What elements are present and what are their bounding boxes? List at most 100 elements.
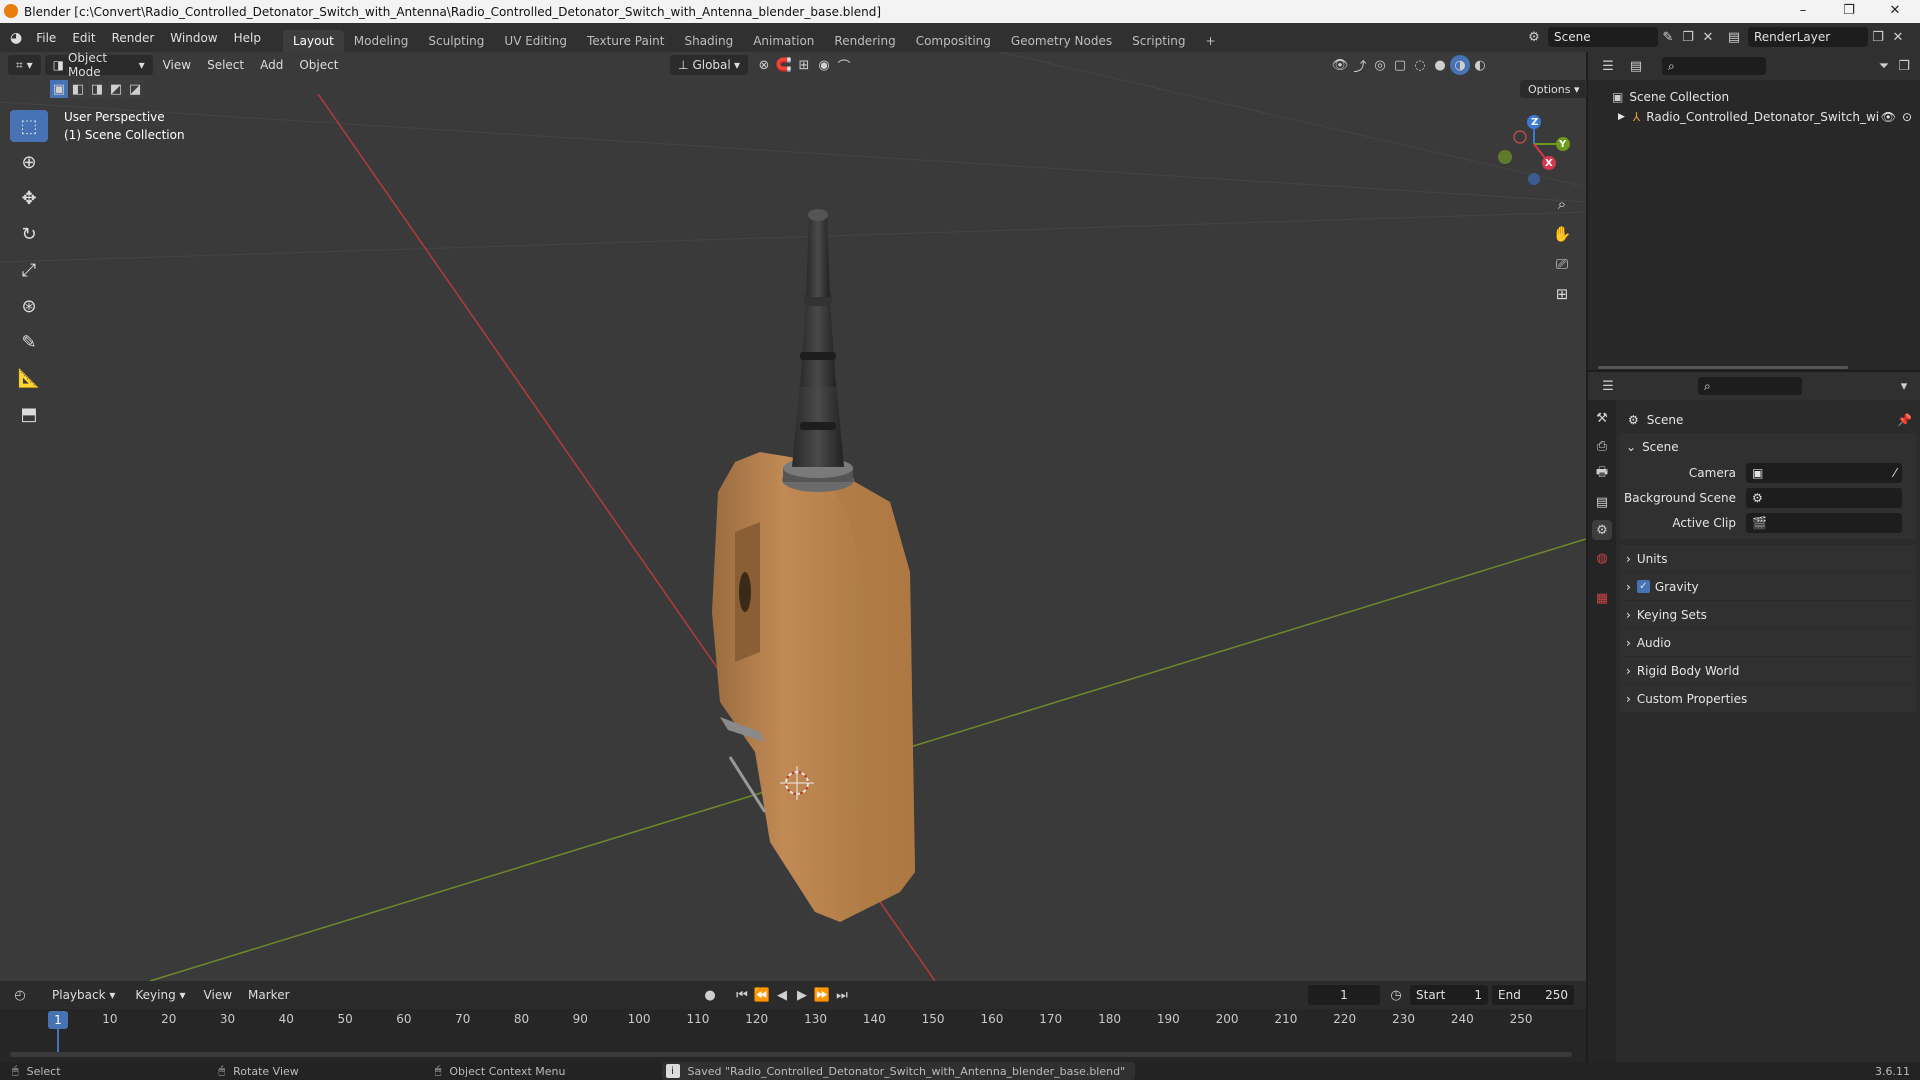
timeline-ruler[interactable]: 10 20 30 40 50 60 70 80 90 100 110 120 130 140 150 160 1… (0, 1009, 1586, 1062)
zoom-icon[interactable]: ⌕ (1548, 190, 1576, 218)
material-shading-icon[interactable]: ◑ (1450, 55, 1470, 75)
3d-viewport[interactable]: Z Y X User Perspective (1) Scene Collect… (0, 52, 1586, 981)
menu-file[interactable]: File (28, 31, 64, 45)
maximize-button[interactable]: ❐ (1826, 0, 1872, 23)
falloff-icon[interactable]: ⌒ (834, 55, 854, 75)
render-tab-icon[interactable]: ⎙ (1592, 436, 1612, 456)
custom-properties-panel[interactable]: › Custom Properties (1620, 685, 1916, 712)
select-intersect-icon[interactable]: ◪ (126, 80, 144, 98)
tool-tab-icon[interactable]: ⚒ (1592, 408, 1612, 428)
camera-render-icon[interactable]: ⊙ (1902, 110, 1912, 124)
gravity-checkbox[interactable]: ✓ (1636, 580, 1650, 593)
select-box-tool-icon[interactable]: ⬚ (10, 110, 48, 142)
tab-rendering[interactable]: Rendering (824, 30, 905, 52)
solid-shading-icon[interactable]: ● (1430, 55, 1450, 75)
prev-keyframe-icon[interactable]: ⏪ (752, 985, 772, 1005)
rotate-tool-icon[interactable]: ↻ (10, 218, 48, 250)
blender-menu-icon[interactable]: ◕ (10, 30, 22, 46)
scene-panel-header[interactable]: ⌄ Scene (1620, 433, 1916, 460)
editor-type-icon[interactable]: ☰ (1598, 376, 1618, 396)
next-keyframe-icon[interactable]: ⏩ (812, 985, 832, 1005)
pin-icon[interactable]: ✎ (1658, 27, 1678, 47)
pivot-icon[interactable]: ⊗ (754, 55, 774, 75)
timeline-scrollbar[interactable] (10, 1052, 1572, 1057)
camera-field[interactable]: ▣ ⁄ (1746, 462, 1902, 483)
camera-view-icon[interactable]: ⎚ (1548, 250, 1576, 278)
outliner-row-scene-collection[interactable]: ▣ Scene Collection (1588, 87, 1920, 107)
menu-object[interactable]: Object (291, 55, 346, 75)
start-frame-field[interactable]: Start 1 (1410, 985, 1488, 1005)
texture-tab-icon[interactable]: ▦ (1592, 588, 1612, 608)
cursor-tool-icon[interactable]: ⊕ (10, 146, 48, 178)
output-tab-icon[interactable]: 🖶 (1592, 464, 1612, 484)
scene-tab-icon[interactable]: ⚙ (1592, 520, 1612, 540)
editor-type-icon[interactable]: ☰ (1598, 56, 1618, 76)
filter-icon[interactable]: ⏷ (1874, 56, 1894, 76)
scale-tool-icon[interactable]: ⤢ (10, 254, 48, 286)
keying-sets-panel[interactable]: › Keying Sets (1620, 601, 1916, 628)
play-reverse-icon[interactable]: ◀ (772, 985, 792, 1005)
rendered-shading-icon[interactable]: ◐ (1470, 55, 1490, 75)
record-icon[interactable]: ● (700, 985, 720, 1005)
tab-uv-editing[interactable]: UV Editing (494, 30, 577, 52)
menu-render[interactable]: Render (104, 31, 163, 45)
snap-increment-icon[interactable]: ⊞ (794, 55, 814, 75)
overlays-icon[interactable]: ◎ (1370, 55, 1390, 75)
select-subtract-icon[interactable]: ◨ (88, 80, 106, 98)
transform-tool-icon[interactable]: ⊛ (10, 290, 48, 322)
tab-geometry-nodes[interactable]: Geometry Nodes (1001, 30, 1122, 52)
jump-end-icon[interactable]: ⏭ (832, 985, 852, 1005)
wireframe-shading-icon[interactable]: ◌ (1410, 55, 1430, 75)
playback-menu[interactable]: Playback ▾ (44, 985, 124, 1005)
add-workspace-button[interactable]: + (1196, 30, 1226, 52)
tab-sculpting[interactable]: Sculpting (418, 30, 494, 52)
pin-icon[interactable]: 📌 (1897, 413, 1912, 427)
snap-icon[interactable]: 🧲 (774, 55, 794, 75)
background-scene-field[interactable]: ⚙ (1746, 487, 1902, 508)
jump-start-icon[interactable]: ⏮ (732, 985, 752, 1005)
marker-menu[interactable]: Marker (240, 985, 297, 1005)
annotate-tool-icon[interactable]: ✎ (10, 326, 48, 358)
tab-texture-paint[interactable]: Texture Paint (577, 30, 674, 52)
tab-modeling[interactable]: Modeling (344, 30, 419, 52)
expand-arrow-icon[interactable]: ▶ (1618, 112, 1625, 122)
pan-hand-icon[interactable]: ✋ (1548, 220, 1576, 248)
eye-icon[interactable]: 👁 (1881, 110, 1896, 124)
tab-compositing[interactable]: Compositing (906, 30, 1001, 52)
play-icon[interactable]: ▶ (792, 985, 812, 1005)
timeline-view-menu[interactable]: View (196, 985, 240, 1005)
tab-layout[interactable]: Layout (282, 30, 344, 52)
new-renderlayer-icon[interactable]: ❐ (1868, 27, 1888, 47)
ortho-grid-icon[interactable]: ⊞ (1548, 280, 1576, 308)
delete-renderlayer-icon[interactable]: ✕ (1888, 27, 1908, 47)
outliner-scrollbar[interactable] (1598, 366, 1848, 369)
measure-tool-icon[interactable]: 📐 (10, 362, 48, 394)
editor-type-icon[interactable]: ◴ (10, 985, 30, 1005)
playhead-marker[interactable]: 1 (48, 1011, 68, 1029)
active-clip-field[interactable]: 🎬 (1746, 512, 1902, 533)
proportional-edit-icon[interactable]: ◉ (814, 55, 834, 75)
current-frame-field[interactable]: 1 (1308, 985, 1380, 1005)
keying-menu[interactable]: Keying ▾ (127, 985, 194, 1005)
renderlayer-icon[interactable]: ▤ (1724, 27, 1744, 47)
eyedropper-icon[interactable]: ⁄ (1894, 466, 1896, 480)
transform-orientation-dropdown[interactable]: ⊥ Global ▾ (670, 55, 748, 75)
new-collection-icon[interactable]: ❐ (1894, 56, 1914, 76)
tab-scripting[interactable]: Scripting (1122, 30, 1195, 52)
view-layer-tab-icon[interactable]: ▤ (1592, 492, 1612, 512)
menu-window[interactable]: Window (162, 31, 225, 45)
gizmo-toggle-icon[interactable]: ⤴ (1350, 55, 1370, 75)
add-cube-tool-icon[interactable]: ⬒ (10, 398, 48, 430)
chevron-down-icon[interactable]: ▾ (1894, 376, 1914, 396)
rigid-body-world-panel[interactable]: › Rigid Body World (1620, 657, 1916, 684)
audio-panel[interactable]: › Audio (1620, 629, 1916, 656)
renderlayer-field[interactable]: RenderLayer (1748, 27, 1868, 47)
menu-view[interactable]: View (155, 55, 199, 75)
move-tool-icon[interactable]: ✥ (10, 182, 48, 214)
select-invert-icon[interactable]: ◩ (107, 80, 125, 98)
properties-search-input[interactable]: ⌕ (1698, 377, 1802, 395)
display-mode-icon[interactable]: ▤ (1626, 56, 1646, 76)
outliner-row-object[interactable]: ▶ ⅄ Radio_Controlled_Detonator_Switch_wi… (1588, 107, 1920, 127)
menu-edit[interactable]: Edit (64, 31, 103, 45)
editor-type-icon[interactable]: ⌗ ▾ (8, 55, 41, 75)
